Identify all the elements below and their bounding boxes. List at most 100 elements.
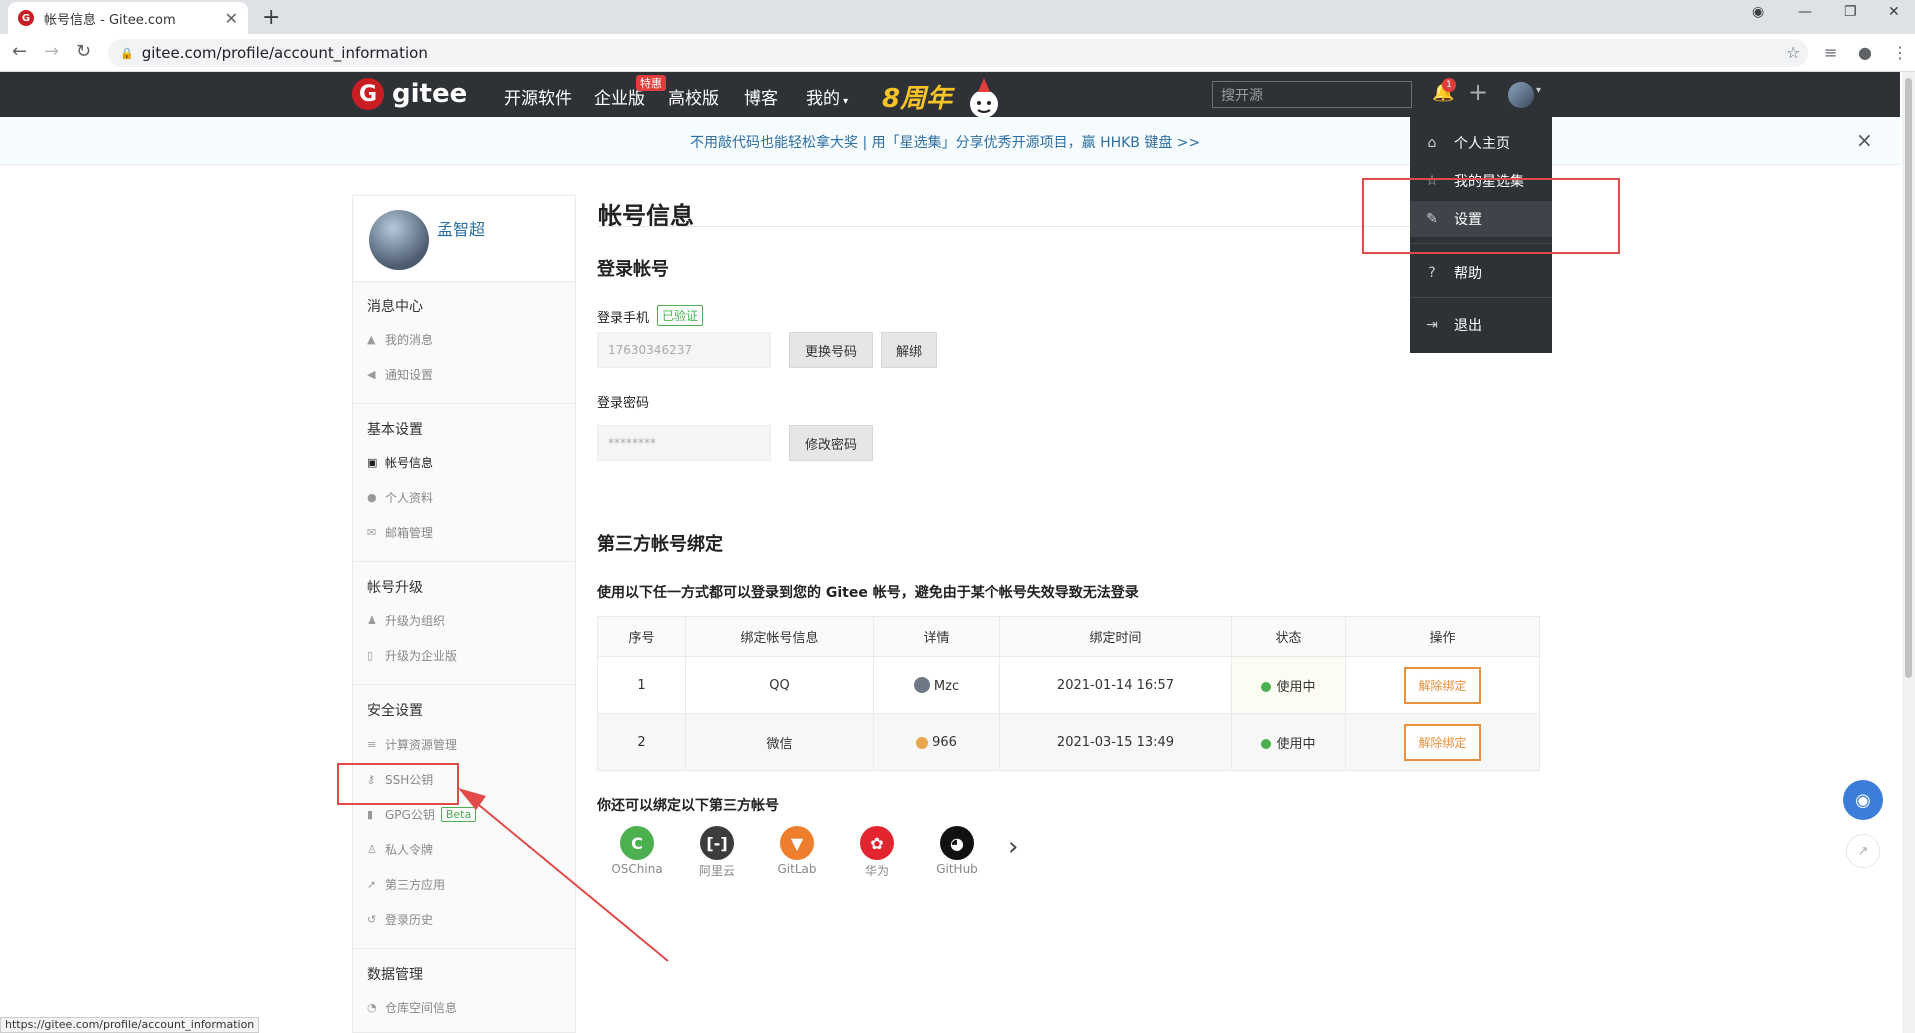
row-time: 2021-03-15 13:49 [999,713,1232,771]
chevron-down-icon: ▾ [840,96,849,107]
sidebar-item-upgrade-org[interactable]: ♟ 升级为组织 [367,612,445,629]
unbind-phone-button[interactable]: 解绑 [881,332,937,368]
nav-blog[interactable]: 博客 [744,84,778,109]
close-icon[interactable]: × [1856,128,1873,152]
provider-oschina[interactable]: C OSChina [602,826,672,876]
phone-field[interactable]: 17630346237 [597,332,771,368]
row-status: 使用中 [1231,656,1346,714]
divider [353,561,575,562]
row-detail-name: 966 [932,734,957,750]
close-window-icon[interactable]: ✕ [1888,4,1900,20]
chevron-right-icon[interactable]: › [1008,832,1018,862]
sidebar-item-label: 个人资料 [385,491,434,505]
browser-tab[interactable]: G 帐号信息 - Gitee.com ✕ [8,2,248,34]
search-input[interactable]: 搜开源 [1212,81,1412,108]
avatar[interactable] [1508,82,1534,108]
sidebar-item-label: 升级为企业版 [385,649,458,663]
sidebar-item-notification-settings[interactable]: ◀ 通知设置 [367,366,433,383]
group-icon: ♟ [367,614,377,627]
browser-menu-icon[interactable]: ⋮ [1892,43,1908,62]
gitee-logo[interactable]: G gitee [352,78,467,110]
menu-item-label: 帮助 [1454,266,1482,282]
anniversary-banner[interactable]: 8周年 [882,78,952,115]
sidebar-item-login-history[interactable]: ↺ 登录历史 [367,911,433,928]
section-upgrade: 帐号升级 [367,580,423,596]
sidebar-item-my-messages[interactable]: ▲ 我的消息 [367,331,433,348]
address-bar: ← → ↻ 🔒 gitee.com/profile/account_inform… [0,34,1915,72]
provider-github[interactable]: ◕ GitHub [922,826,992,876]
divider [1410,297,1552,298]
sidebar-item-label: 仓库空间信息 [385,1001,458,1015]
building-icon: ▯ [367,649,374,662]
avatar-caret-icon[interactable]: ▾ [1536,85,1541,96]
sidebar-item-third-party-apps[interactable]: ➚ 第三方应用 [367,876,445,893]
provider-name: OSChina [611,862,663,876]
menu-item-help[interactable]: ? 帮助 [1410,255,1552,291]
provider-aliyun[interactable]: [-] 阿里云 [682,826,752,879]
gitlab-icon: ▼ [780,826,814,860]
menu-item-label: 个人主页 [1454,136,1510,152]
lock-icon: ▮ [367,808,374,821]
browser-tab-bar: G 帐号信息 - Gitee.com ✕ + ◉ — ❐ ✕ [0,0,1915,34]
sidebar-item-compute-resources[interactable]: ≡ 计算资源管理 [367,736,457,753]
menu-item-logout[interactable]: ⇥ 退出 [1410,307,1552,343]
nav-mine-label: 我的 [806,89,840,109]
nav-mine[interactable]: 我的 ▾ [806,84,848,109]
profile-menu-icon[interactable]: ◉ [1752,4,1764,20]
change-password-button[interactable]: 修改密码 [789,425,873,461]
provider-huawei[interactable]: ✿ 华为 [842,826,912,879]
tab-title: 帐号信息 - Gitee.com [44,12,176,28]
sidebar-item-label: 私人令牌 [385,843,434,857]
change-phone-button[interactable]: 更换号码 [789,332,873,368]
new-tab-icon[interactable]: + [262,5,280,30]
minimize-icon[interactable]: — [1798,4,1812,20]
avatar [913,676,930,693]
lock-icon: 🔒 [120,46,134,60]
user-name[interactable]: 孟智超 [437,216,485,240]
user-card: 孟智超 [353,196,575,282]
back-icon[interactable]: ← [12,41,27,62]
nav-open-source[interactable]: 开源软件 [504,84,572,109]
row-account: 微信 [685,713,874,771]
create-plus-icon[interactable]: + [1468,78,1488,106]
tab-close-icon[interactable]: ✕ [225,9,238,28]
scrollbar-thumb[interactable] [1905,78,1912,678]
password-field[interactable]: ******** [597,425,771,461]
reading-list-icon[interactable]: ≡ [1824,43,1837,62]
reload-icon[interactable]: ↻ [76,41,91,62]
sidebar-item-email[interactable]: ✉ 邮箱管理 [367,524,433,541]
page-scrollbar[interactable] [1902,72,1915,1033]
announcement-link[interactable]: 不用敲代码也能轻松拿大奖 | 用「星选集」分享优秀开源项目，赢 HHKB 键盘 … [690,132,1200,152]
sidebar-item-upgrade-enterprise[interactable]: ▯ 升级为企业版 [367,647,457,664]
bookmark-star-icon[interactable]: ☆ [1786,43,1800,62]
share-float-icon[interactable]: ↗ [1846,834,1880,868]
sidebar-item-gpg-keys[interactable]: ▮ GPG公钥 Beta [367,806,477,823]
provider-name: GitLab [777,862,817,876]
sidebar-item-profile[interactable]: ● 个人资料 [367,489,433,506]
gitee-favicon-icon: G [18,10,34,26]
url-field[interactable]: 🔒 gitee.com/profile/account_information [108,39,1808,67]
id-card-icon: ▣ [367,456,378,469]
sidebar-item-label: 第三方应用 [385,878,446,892]
divider [353,948,575,949]
status-text: 使用中 [1276,736,1316,752]
provider-gitlab[interactable]: ▼ GitLab [762,826,832,876]
unbind-button[interactable]: 解除绑定 [1404,723,1481,761]
sidebar-item-repo-space[interactable]: ◔ 仓库空间信息 [367,999,457,1016]
forward-icon[interactable]: → [44,41,59,62]
account-icon[interactable]: ● [1858,43,1872,62]
user-avatar[interactable] [369,210,429,270]
col-account: 绑定帐号信息 [685,616,874,657]
sidebar-item-private-tokens[interactable]: ♙ 私人令牌 [367,841,433,858]
menu-item-homepage[interactable]: ⌂ 个人主页 [1410,125,1552,161]
pie-icon: ◔ [367,1001,377,1014]
sidebar-item-account-info[interactable]: ▣ 帐号信息 [367,454,433,471]
col-detail: 详情 [873,616,1000,657]
token-icon: ♙ [367,843,377,856]
nav-education[interactable]: 高校版 [668,84,719,109]
password-label: 登录密码 [597,396,650,411]
unbind-button[interactable]: 解除绑定 [1404,666,1481,704]
restore-icon[interactable]: ❐ [1844,4,1857,20]
help-float-icon[interactable]: ◉ [1843,780,1883,820]
row-detail-name: Mzc [933,678,960,694]
